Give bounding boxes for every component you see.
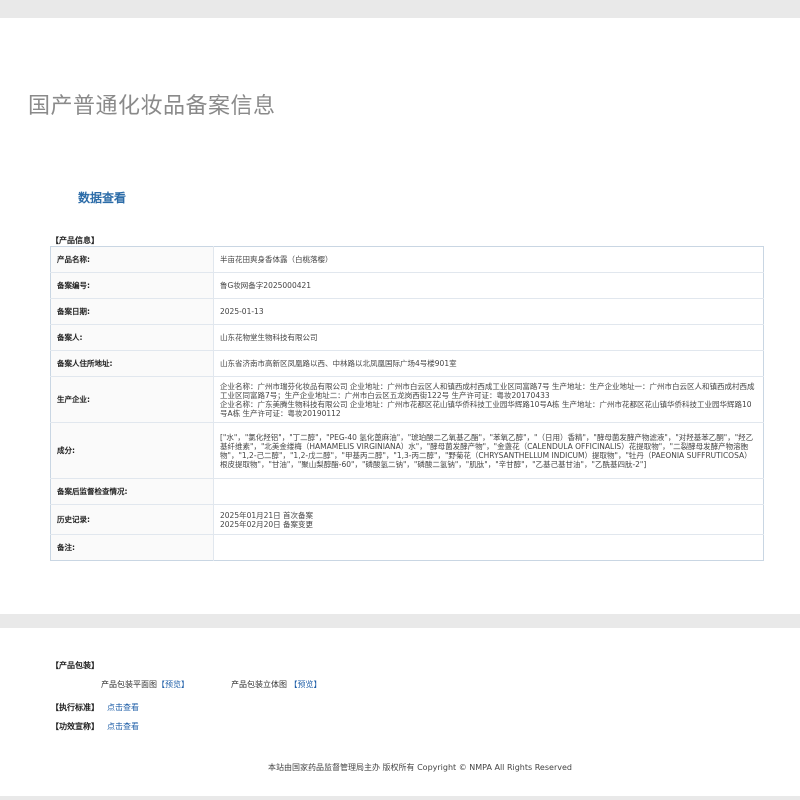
record-number-value: 鲁G妆网备字2025000421 [213, 272, 764, 299]
table-row: 产品名称: 半亩花田爽身香体露（白桃落樱） [50, 246, 764, 273]
row-label: 备案人住所地址: [50, 350, 214, 377]
packaging-flat-label: 产品包装平面图 [101, 680, 157, 689]
table-row: 备案后监督检查情况: [50, 478, 764, 505]
row-label: 备注: [50, 534, 214, 561]
table-row: 备注: [50, 534, 764, 561]
row-label: 备案人: [50, 324, 214, 351]
standard-view-link[interactable]: 点击查看 [107, 702, 139, 713]
packaging-solid-preview-link[interactable]: 【预览】 [290, 680, 322, 689]
registrant-address-value: 山东省济南市高新区凤凰路以西、中林路以北凤凰国际广场4号楼901室 [213, 350, 764, 377]
product-info-table: 产品名称: 半亩花田爽身香体露（白桃落樱） 备案编号: 鲁G妆网备字202500… [50, 246, 764, 561]
efficacy-view-link[interactable]: 点击查看 [107, 721, 139, 732]
row-label: 生产企业: [50, 376, 214, 423]
footer-copyright: 本站由国家药品监督管理局主办 版权所有 Copyright © NMPA All… [268, 763, 572, 772]
table-row: 备案日期: 2025-01-13 [50, 298, 764, 325]
packaging-solid-row: 产品包装立体图 【预览】 [231, 679, 322, 690]
row-label: 历史记录: [50, 504, 214, 535]
product-info-label: 【产品信息】 [51, 236, 99, 245]
history-value: 2025年01月21日 首次备案 2025年02月20日 备案变更 [213, 504, 764, 535]
manufacturer-value: 企业名称：广州市瑞芬化妆品有限公司 企业地址：广州市白云区人和镇西成村西成工业区… [213, 376, 764, 423]
table-row: 成分: ["水"，"氯化羟铝"，"丁二醇"，"PEG-40 氢化蓖麻油"，"琥珀… [50, 422, 764, 479]
packaging-label: 【产品包装】 [51, 661, 99, 670]
record-date-value: 2025-01-13 [213, 298, 764, 325]
supervision-value [213, 478, 764, 505]
table-row: 历史记录: 2025年01月21日 首次备案 2025年02月20日 备案变更 [50, 504, 764, 535]
section-heading: 数据查看 [78, 191, 127, 205]
packaging-solid-label: 产品包装立体图 [231, 680, 287, 689]
table-row: 备案人住所地址: 山东省济南市高新区凤凰路以西、中林路以北凤凰国际广场4号楼90… [50, 350, 764, 377]
table-row: 生产企业: 企业名称：广州市瑞芬化妆品有限公司 企业地址：广州市白云区人和镇西成… [50, 376, 764, 423]
row-label: 备案编号: [50, 272, 214, 299]
row-label: 产品名称: [50, 246, 214, 273]
page-title: 国产普通化妆品备案信息 [28, 94, 276, 119]
row-label: 成分: [50, 422, 214, 479]
standard-label: 【执行标准】 [51, 703, 99, 712]
ingredients-value: ["水"，"氯化羟铝"，"丁二醇"，"PEG-40 氢化蓖麻油"，"琥珀酸二乙氧… [213, 422, 764, 479]
registrant-value: 山东花物堂生物科技有限公司 [213, 324, 764, 351]
packaging-flat-row: 产品包装平面图【预览】 [101, 679, 189, 690]
row-label: 备案后监督检查情况: [50, 478, 214, 505]
table-row: 备案人: 山东花物堂生物科技有限公司 [50, 324, 764, 351]
product-name-value: 半亩花田爽身香体露（白桃落樱） [220, 255, 333, 264]
table-row: 备案编号: 鲁G妆网备字2025000421 [50, 272, 764, 299]
row-label: 备案日期: [50, 298, 214, 325]
efficacy-label: 【功效宣称】 [51, 722, 99, 731]
remarks-value [213, 534, 764, 561]
packaging-flat-preview-link[interactable]: 【预览】 [157, 680, 189, 689]
